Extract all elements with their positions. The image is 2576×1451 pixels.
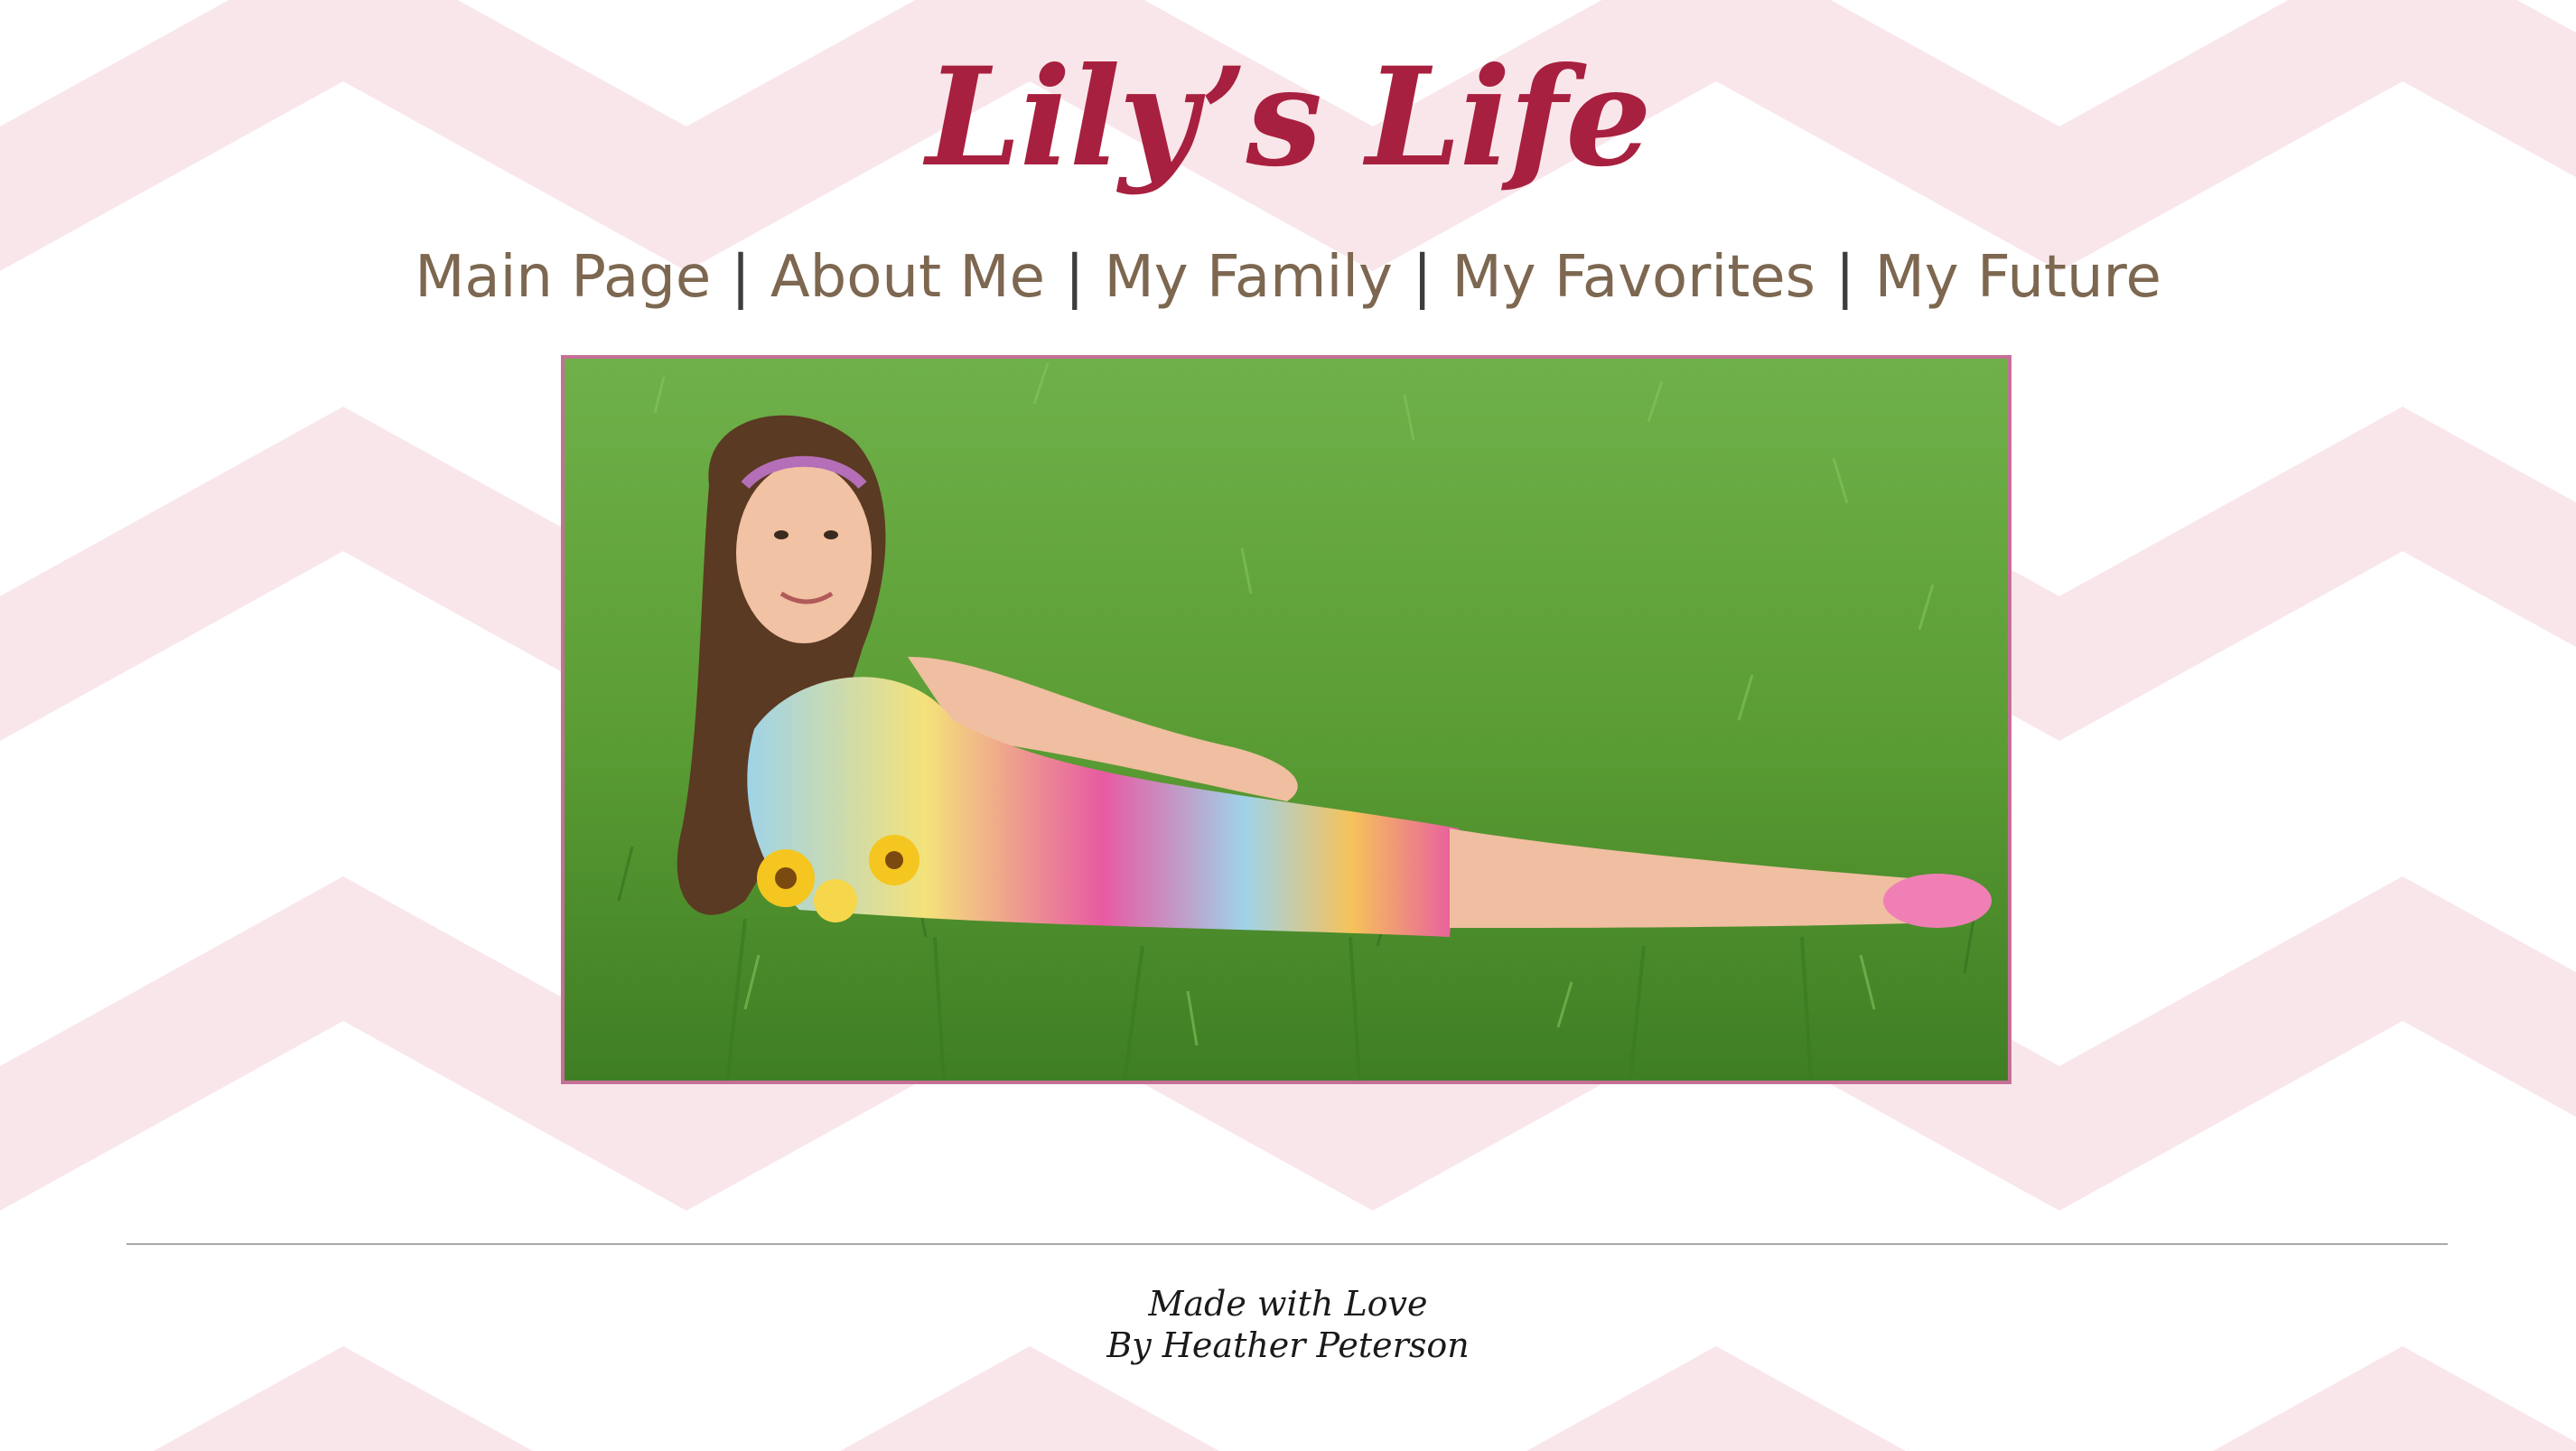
main-nav: Main Page | About Me | My Family | My Favorite… xyxy=(0,237,2576,318)
footer-credit-line1: Made with Love xyxy=(1148,1284,1428,1324)
nav-separator: | xyxy=(731,244,751,311)
nav-separator: | xyxy=(1064,244,1085,311)
nav-link-about-me[interactable]: About Me xyxy=(770,237,1045,318)
nav-link-my-favorites[interactable]: My Favorites xyxy=(1451,237,1815,318)
nav-separator: | xyxy=(1835,244,1855,311)
nav-link-main-page[interactable]: Main Page xyxy=(415,237,711,318)
footer-credit-line2: By Heather Peterson xyxy=(1106,1325,1470,1365)
nav-separator: | xyxy=(1412,244,1433,311)
site-title: Lily’s Life xyxy=(926,38,1651,197)
footer: Made with Love By Heather Peterson xyxy=(0,1283,2576,1366)
girl-lying-in-grass-photo xyxy=(565,359,2008,1081)
hero-photo-frame xyxy=(561,355,2011,1084)
nav-link-my-family[interactable]: My Family xyxy=(1105,237,1393,318)
footer-divider xyxy=(126,1243,2448,1245)
nav-link-my-future[interactable]: My Future xyxy=(1875,237,2161,318)
